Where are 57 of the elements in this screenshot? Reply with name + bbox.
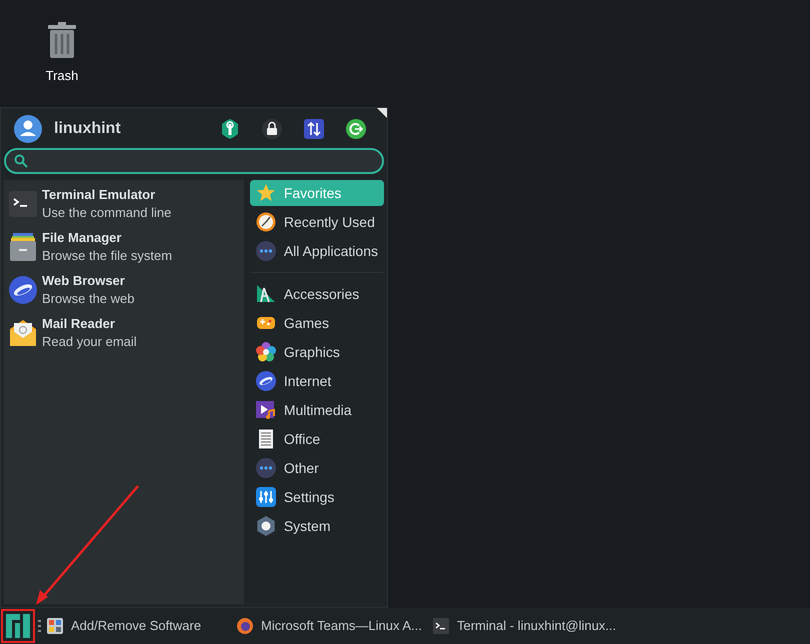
taskbar-item[interactable]: Terminal - linuxhint@linux... [433, 611, 616, 641]
browser-icon [237, 618, 253, 634]
lock-icon[interactable] [262, 119, 282, 139]
category-icon [256, 241, 276, 261]
category-icon [256, 487, 276, 507]
application-icon [9, 276, 37, 304]
application-name: Web Browser [42, 272, 126, 290]
application-item[interactable]: Web Browser Browse the web [4, 269, 244, 311]
application-item[interactable]: File Manager Browse the file system [4, 226, 244, 268]
drag-handle-icon[interactable] [38, 620, 41, 632]
category-item[interactable]: All Applications [250, 238, 384, 264]
taskbar-item[interactable]: Microsoft Teams—Linux A... [237, 611, 433, 641]
category-icon [256, 212, 276, 232]
category-icon [256, 284, 276, 304]
category-item[interactable]: Internet [250, 368, 384, 394]
application-description: Use the command line [42, 204, 172, 222]
category-item[interactable]: Graphics [250, 339, 384, 365]
package-icon [47, 618, 63, 634]
category-icon [256, 400, 276, 420]
category-item[interactable]: Games [250, 310, 384, 336]
user-name: linuxhint [54, 119, 121, 139]
application-item[interactable]: Mail Reader Read your email [4, 312, 244, 354]
category-item[interactable]: Recently Used [250, 209, 384, 235]
category-icon [256, 458, 276, 478]
category-icon [256, 342, 276, 362]
category-item[interactable]: Settings [250, 484, 384, 510]
category-item[interactable]: Office [250, 426, 384, 452]
application-description: Read your email [42, 333, 137, 351]
application-description: Browse the file system [42, 247, 172, 265]
category-icon [256, 516, 276, 536]
category-item[interactable]: Multimedia [250, 397, 384, 423]
application-icon [9, 191, 37, 217]
switch-user-icon[interactable] [304, 119, 324, 139]
star-icon [256, 183, 276, 203]
user-avatar-icon[interactable] [14, 115, 42, 143]
logout-icon[interactable] [346, 119, 366, 139]
taskbar-item[interactable]: Add/Remove Software [47, 611, 237, 641]
application-name: Terminal Emulator [42, 186, 156, 204]
menu-logo-icon [6, 614, 30, 638]
category-item[interactable]: Other [250, 455, 384, 481]
search-icon [14, 154, 28, 168]
resize-corner-icon[interactable] [377, 108, 387, 118]
settings-icon[interactable] [220, 119, 240, 139]
application-icon [9, 319, 37, 347]
terminal-icon [433, 618, 449, 634]
category-item[interactable]: Accessories [250, 281, 384, 307]
category-icon [256, 371, 276, 391]
application-description: Browse the web [42, 290, 134, 308]
start-menu-button[interactable] [1, 609, 35, 643]
application-icon [9, 233, 37, 261]
application-name: File Manager [42, 229, 122, 247]
trash-icon[interactable] [46, 22, 78, 58]
application-item[interactable]: Terminal Emulator Use the command line [4, 183, 244, 225]
search-field[interactable] [4, 148, 384, 174]
application-name: Mail Reader [42, 315, 116, 333]
category-item[interactable]: System [250, 513, 384, 539]
desktop-icon-label: Trash [46, 67, 78, 85]
